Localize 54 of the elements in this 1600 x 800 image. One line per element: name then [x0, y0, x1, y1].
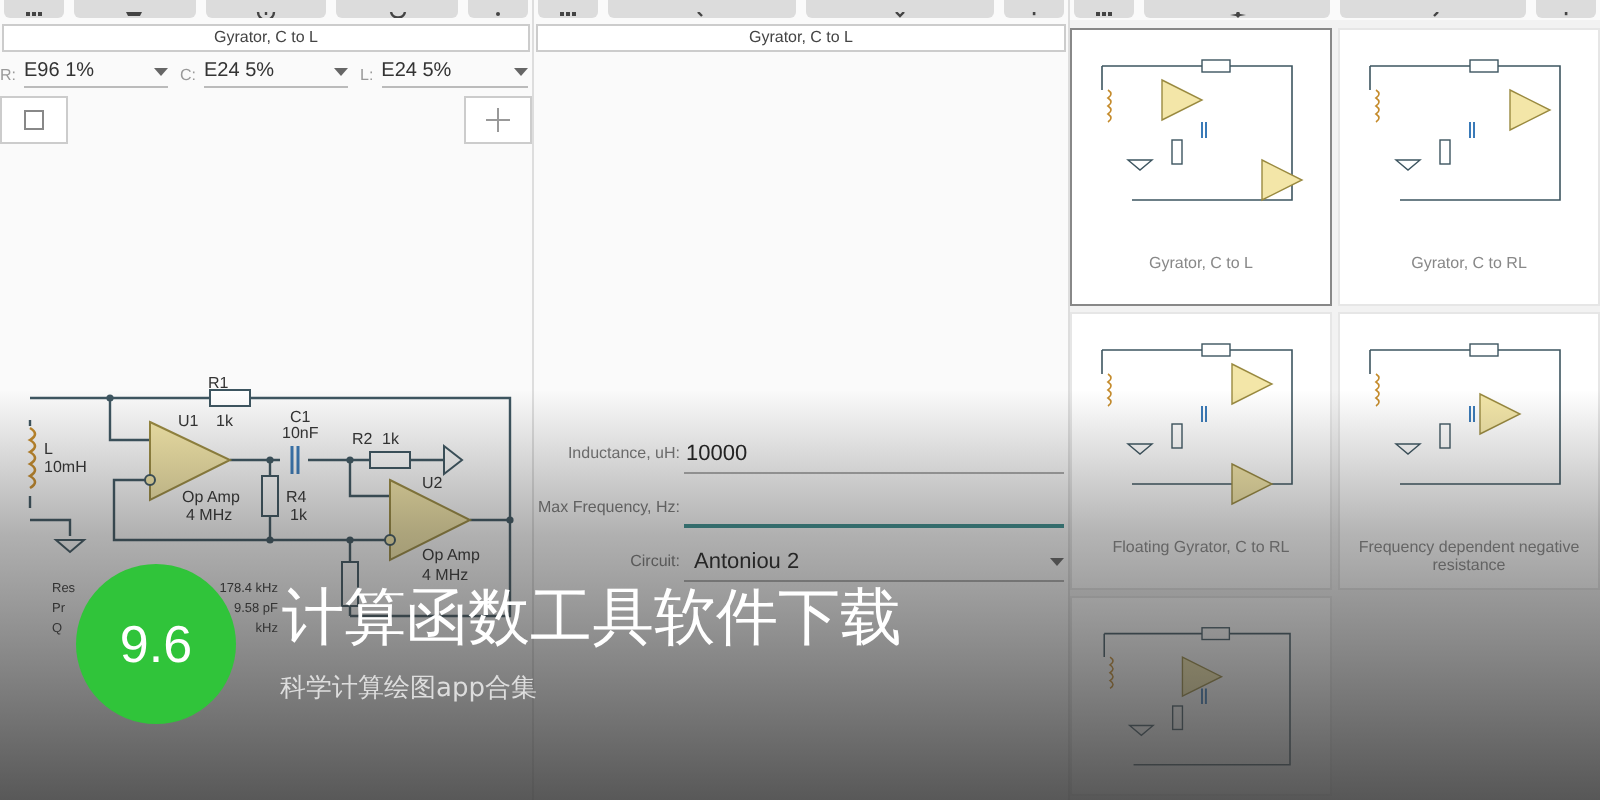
card-label: Floating Gyrator, C to RL: [1110, 538, 1292, 556]
screen-title: Gyrator, C to L: [2, 24, 530, 52]
banner-subtitle: 科学计算绘图app合集: [280, 672, 537, 706]
caret-icon: [514, 67, 528, 75]
caret-icon: [1050, 558, 1064, 566]
refresh-icon: [387, 12, 408, 18]
component-label: U1: [178, 412, 199, 430]
component-label: 10mH: [44, 458, 87, 476]
selector-label: L:: [360, 65, 374, 83]
component-label: L: [44, 440, 53, 458]
component-label: 1k: [216, 412, 233, 430]
sparkle-icon: [1227, 12, 1247, 18]
toolbar-button[interactable]: [74, 0, 196, 18]
component-label: 4 MHz: [422, 566, 469, 584]
component-label: 1k: [382, 430, 399, 448]
card-label: Frequency dependent negative resistance: [1356, 538, 1582, 574]
component-label: R2: [352, 430, 373, 448]
component-label: 4 MHz: [186, 506, 233, 524]
toolbar-button[interactable]: [1074, 0, 1134, 18]
component-label: Op Amp: [182, 488, 240, 506]
component-label: U2: [422, 474, 443, 492]
card-label: Gyrator, C to L: [1146, 254, 1256, 272]
toolbar-button[interactable]: [4, 0, 64, 18]
toolbar-button[interactable]: [538, 0, 598, 18]
grid-icon: [558, 12, 578, 18]
square-icon: [24, 110, 44, 130]
field-label: Max Frequency, Hz:: [536, 498, 682, 520]
selector-label: C:: [180, 65, 196, 83]
plus-icon: [486, 108, 510, 132]
caret-icon: [334, 67, 348, 75]
component-label: Op Amp: [422, 546, 480, 564]
circuit-card[interactable]: Gyrator, C to L: [1070, 28, 1332, 306]
caret-icon: [154, 67, 168, 75]
series-dropdown[interactable]: E24 5%: [204, 60, 348, 88]
info-icon: [256, 12, 276, 18]
component-label: 1k: [290, 506, 307, 524]
component-label: 10nF: [282, 424, 319, 442]
card-label: Gyrator, C to RL: [1409, 254, 1529, 272]
component-label: C1: [290, 408, 311, 426]
series-dropdown[interactable]: E24 5%: [381, 60, 528, 88]
component-label: R1: [208, 374, 229, 392]
add-button[interactable]: [464, 96, 532, 144]
component-label: R4: [286, 488, 307, 506]
field-label: Circuit:: [628, 552, 682, 574]
grid-icon: [24, 12, 44, 18]
circuit-card[interactable]: Gyrator, C to RL: [1338, 28, 1600, 306]
series-dropdown[interactable]: E96 1%: [24, 60, 168, 88]
circuit-dropdown[interactable]: Antoniou 2: [684, 544, 1064, 582]
square-button[interactable]: [0, 96, 68, 144]
grid-icon: [1094, 12, 1114, 18]
input-field[interactable]: 10000: [684, 436, 1064, 474]
screen-title: Gyrator, C to L: [536, 24, 1066, 52]
selector-label: R:: [0, 65, 16, 83]
field-label: Inductance, uH:: [565, 444, 682, 466]
